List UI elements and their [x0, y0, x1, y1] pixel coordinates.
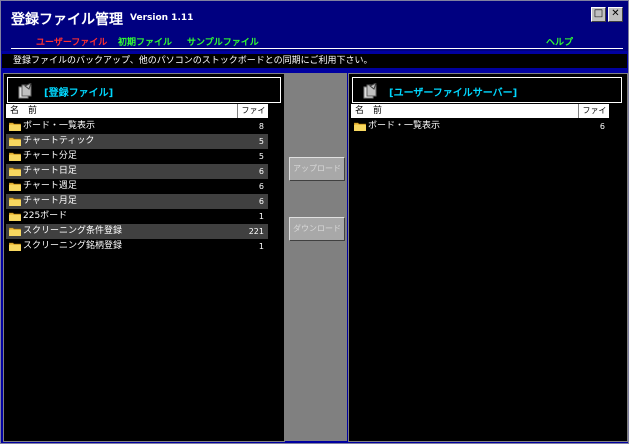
menu-help[interactable]: ヘルプ: [546, 35, 573, 48]
file-count: 6: [258, 197, 264, 206]
registered-files-pane: [登録ファイル] 名 前 ファイル数 ボード・一覧表示 8 チャートティック 5 チャー…: [3, 73, 285, 442]
user-file-server-pane: [ユーザーファイルサーバー] 名 前 ファイル数 ボード・一覧表示 6: [348, 73, 628, 442]
file-name: スクリーニング銘柄登録: [23, 241, 123, 251]
file-name: チャート週足: [23, 181, 77, 191]
column-header: 名 前 ファイル数: [351, 104, 610, 129]
file-count: 6: [599, 122, 605, 131]
file-count: 5: [258, 137, 264, 146]
document-stamp-icon: [363, 83, 377, 99]
file-count: 6: [258, 167, 264, 176]
menu-sample-files[interactable]: サンプルファイル: [187, 35, 259, 48]
download-button[interactable]: ダウンロード: [289, 217, 345, 241]
list-item[interactable]: チャート週足 6: [6, 179, 268, 194]
list-item[interactable]: チャート月足 6: [6, 194, 268, 209]
folder-icon: [9, 242, 21, 251]
upload-button[interactable]: アップロード: [289, 157, 345, 181]
list-item[interactable]: チャート日足 6: [6, 164, 268, 179]
col-count-header[interactable]: ファイル数: [578, 104, 610, 129]
folder-icon: [9, 152, 21, 161]
document-stamp-icon: [18, 83, 32, 99]
pane-header: [ユーザーファイルサーバー]: [352, 77, 622, 103]
file-name: チャート月足: [23, 196, 77, 206]
file-name: チャートティック: [23, 136, 95, 146]
file-count: 1: [258, 242, 264, 251]
menu-underline: [11, 48, 623, 49]
close-icon: ✕: [611, 8, 620, 19]
col-count-header[interactable]: ファイル数: [237, 104, 269, 129]
version-label: Version 1.11: [130, 13, 194, 23]
menu-user-files[interactable]: ユーザーファイル: [36, 35, 107, 48]
file-name: 225ボード: [23, 211, 68, 221]
transfer-panel: アップロード ダウンロード: [285, 73, 347, 441]
file-name: チャート分足: [23, 151, 77, 161]
file-name: ボード・一覧表示: [368, 121, 441, 131]
file-count: 6: [258, 182, 264, 191]
folder-icon: [9, 227, 21, 236]
list-item[interactable]: ボード・一覧表示 8: [6, 119, 268, 134]
restore-button[interactable]: □: [591, 7, 606, 22]
folder-icon: [9, 212, 21, 221]
file-name: スクリーニング条件登録: [23, 226, 123, 236]
file-name: チャート日足: [23, 166, 77, 176]
list-item[interactable]: 225ボード 1: [6, 209, 268, 224]
file-count: 5: [258, 152, 264, 161]
folder-icon: [354, 122, 366, 131]
file-name: ボード・一覧表示: [23, 121, 96, 131]
file-count: 8: [258, 122, 264, 131]
file-count: 221: [248, 227, 264, 236]
pane-header: [登録ファイル]: [7, 77, 281, 103]
col-name-header[interactable]: 名 前: [355, 104, 382, 118]
folder-icon: [9, 197, 21, 206]
file-count: 1: [258, 212, 264, 221]
folder-icon: [9, 137, 21, 146]
list-item[interactable]: ボード・一覧表示 6: [351, 119, 609, 134]
col-name-header[interactable]: 名 前: [10, 104, 37, 118]
server-file-list: ボード・一覧表示 6: [351, 119, 609, 134]
pane-title: [登録ファイル]: [44, 88, 114, 99]
list-item[interactable]: チャート分足 5: [6, 149, 268, 164]
list-item[interactable]: スクリーニング銘柄登録 1: [6, 239, 268, 254]
list-item[interactable]: チャートティック 5: [6, 134, 268, 149]
list-item[interactable]: スクリーニング条件登録 221: [6, 224, 268, 239]
folder-icon: [9, 122, 21, 131]
menu-initial-files[interactable]: 初期ファイル: [118, 35, 172, 48]
registered-file-list: ボード・一覧表示 8 チャートティック 5 チャート分足 5 チャート日足 6 チャート週足 6 チ…: [6, 119, 268, 254]
column-header: 名 前 ファイル数: [6, 104, 269, 129]
folder-icon: [9, 182, 21, 191]
restore-icon: □: [593, 8, 604, 19]
close-button[interactable]: ✕: [608, 7, 623, 22]
pane-title: [ユーザーファイルサーバー]: [389, 88, 518, 99]
folder-icon: [9, 167, 21, 176]
app-title: 登録ファイル管理: [11, 12, 123, 28]
status-message: 登録ファイルのバックアップ、他のパソコンのストックボードとの同期にご利用下さい。: [2, 54, 627, 68]
main-window: 登録ファイル管理 Version 1.11 □ ✕ ユーザーファイル 初期ファイ…: [0, 0, 629, 444]
